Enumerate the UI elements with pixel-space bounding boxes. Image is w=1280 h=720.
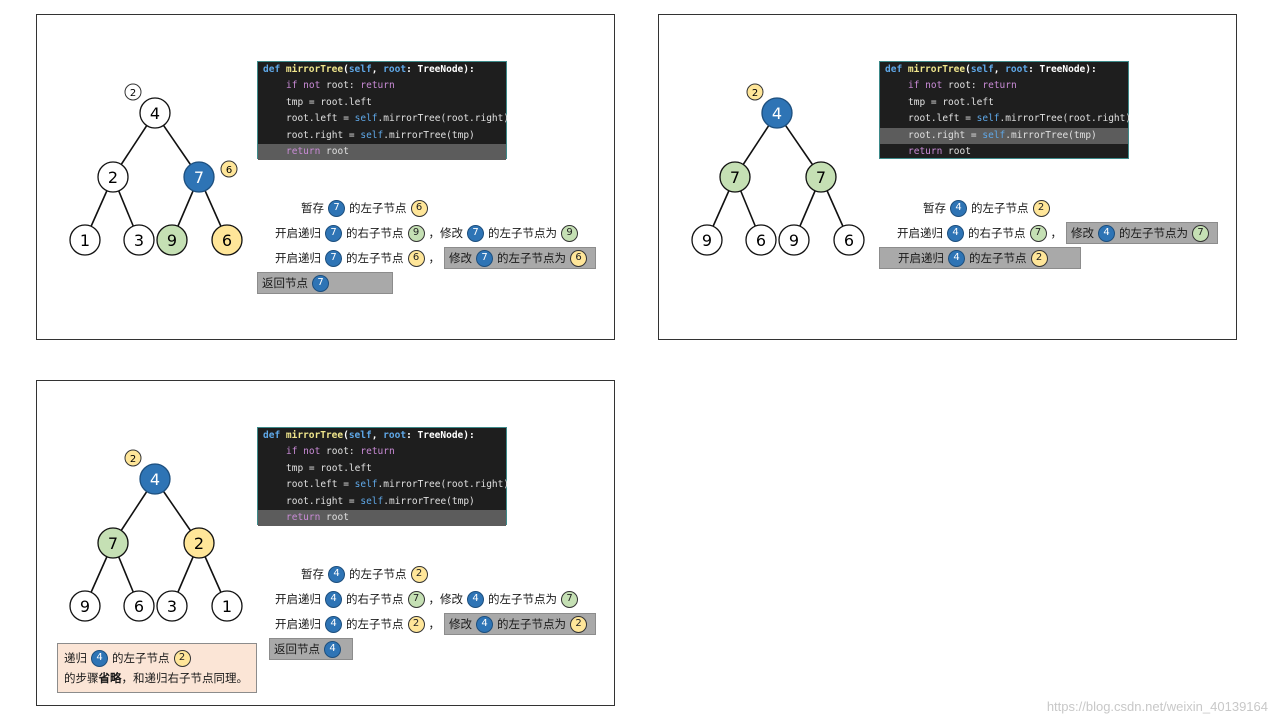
tree-node: 9 [691, 224, 723, 256]
tree-node: 6 [211, 224, 243, 256]
tree-node: 1 [211, 590, 243, 622]
step-line: 开启递归 4 的右子节点 7，修改 4 的左子节点为 7 [271, 588, 586, 610]
tree-node: 6 [833, 224, 865, 256]
highlight-box: 修改 7 的左子节点为 6 [444, 247, 596, 269]
code-line: tmp = root.left [908, 96, 994, 108]
tree-node: 4 [139, 97, 171, 129]
tree-node: 7 [719, 161, 751, 193]
code-line: tmp = root.left [286, 462, 372, 474]
tree-node: 9 [69, 590, 101, 622]
step-line: 开启递归 4 的左子节点 2 [879, 247, 1081, 269]
code-line: def mirrorTree(self, root: TreeNode): [263, 430, 475, 441]
tree-node: 9 [778, 224, 810, 256]
step-line: 开启递归 4 的左子节点 2， 修改 4 的左子节点为 2 [271, 613, 596, 635]
svg-text:2: 2 [194, 534, 204, 553]
svg-text:9: 9 [167, 231, 177, 250]
code-line-highlighted: return root [258, 143, 506, 161]
tree-node: 7 [183, 161, 215, 193]
svg-text:7: 7 [816, 168, 826, 187]
tree-node: 6 [745, 224, 777, 256]
step-line: 暂存 4 的左子节点 2 [297, 563, 436, 585]
step-line: 暂存 7 的左子节点 6 [297, 197, 436, 219]
tree-node: 4 [139, 463, 171, 495]
code-line-highlighted: return root [258, 509, 506, 527]
tree-node: 7 [805, 161, 837, 193]
code-line-highlighted: root.right = self.mirrorTree(tmp) [880, 127, 1128, 144]
tree-node: 3 [123, 224, 155, 256]
code-block: def mirrorTree(self, root: TreeNode): if… [257, 427, 510, 527]
svg-text:3: 3 [167, 597, 177, 616]
svg-text:2: 2 [130, 88, 136, 99]
step-line: 返回节点 7 [257, 272, 393, 294]
highlight-box: 修改 4 的左子节点为 2 [444, 613, 596, 635]
svg-text:7: 7 [108, 534, 118, 553]
code-line: root.left = self.mirrorTree(root.right) [286, 113, 510, 125]
tree-node: 1 [69, 224, 101, 256]
svg-text:1: 1 [80, 231, 90, 250]
svg-text:2: 2 [130, 454, 136, 465]
svg-text:9: 9 [789, 231, 799, 250]
svg-text:6: 6 [226, 165, 232, 176]
code-line: root.right = self.mirrorTree(tmp) [286, 129, 475, 141]
step-line: 暂存 4 的左子节点 2 [919, 197, 1058, 219]
svg-text:4: 4 [150, 470, 160, 489]
tree-node: 2 [183, 527, 215, 559]
step-line: 返回节点 4 [269, 638, 353, 660]
step-panel-1: 2 6 4 2 7 1 3 9 6 def mirrorTree(self, r… [36, 14, 615, 340]
tree-node: 7 [97, 527, 129, 559]
note-box: 递归 4 的左子节点 2 的步骤 省略 ，和递归右子节点同理。 [57, 643, 257, 693]
code-line: def mirrorTree(self, root: TreeNode): [263, 64, 475, 75]
code-line: root.left = self.mirrorTree(root.right) [908, 113, 1132, 125]
svg-text:2: 2 [108, 168, 118, 187]
badge-node: 6 [220, 160, 238, 178]
svg-text:7: 7 [730, 168, 740, 187]
tree-node: 3 [156, 590, 188, 622]
code-line: tmp = root.left [286, 96, 372, 108]
svg-text:4: 4 [150, 104, 160, 123]
badge-node: 2 [124, 449, 142, 467]
svg-text:2: 2 [752, 88, 758, 99]
tree-node: 2 [97, 161, 129, 193]
step-panel-3: 2 4 7 2 9 6 3 1 def mirrorTree(self, roo… [36, 380, 615, 706]
svg-text:7: 7 [194, 168, 204, 187]
svg-text:6: 6 [134, 597, 144, 616]
step-line: 开启递归 7 的左子节点 6， 修改 7 的左子节点为 6 [271, 247, 596, 269]
code-line: def mirrorTree(self, root: TreeNode): [885, 64, 1097, 75]
svg-text:6: 6 [756, 231, 766, 250]
badge-node: 2 [124, 83, 142, 101]
svg-text:6: 6 [222, 231, 232, 250]
step-line: 开启递归 4 的右子节点 7， 修改 4 的左子节点为 7 [893, 222, 1218, 244]
tree-node: 4 [761, 97, 793, 129]
svg-text:6: 6 [844, 231, 854, 250]
code-block: def mirrorTree(self, root: TreeNode): if… [879, 61, 1132, 159]
tree-node: 9 [156, 224, 188, 256]
code-line: if not root: return [286, 80, 395, 92]
step-panel-2: 2 4 7 7 9 6 9 6 def mirrorTree(self, roo… [658, 14, 1237, 340]
code-line: root.right = self.mirrorTree(tmp) [286, 495, 475, 507]
highlight-box: 返回节点 4 [269, 638, 353, 660]
svg-text:9: 9 [80, 597, 90, 616]
svg-text:4: 4 [772, 104, 782, 123]
svg-text:9: 9 [702, 231, 712, 250]
tree-node: 6 [123, 590, 155, 622]
svg-text:3: 3 [134, 231, 144, 250]
step-line: 开启递归 7 的右子节点 9，修改 7 的左子节点为 9 [271, 222, 586, 244]
highlight-box: 开启递归 4 的左子节点 2 [879, 247, 1081, 269]
code-block: def mirrorTree(self, root: TreeNode): if… [257, 61, 510, 161]
code-line: root.left = self.mirrorTree(root.right) [286, 479, 510, 491]
highlight-box: 修改 4 的左子节点为 7 [1066, 222, 1218, 244]
badge-node: 2 [746, 83, 764, 101]
code-line: if not root: return [286, 446, 395, 458]
watermark: https://blog.csdn.net/weixin_40139164 [1046, 699, 1268, 714]
svg-text:1: 1 [222, 597, 232, 616]
code-line: if not root: return [908, 80, 1017, 92]
highlight-box: 返回节点 7 [257, 272, 393, 294]
code-line: return root [908, 145, 971, 157]
